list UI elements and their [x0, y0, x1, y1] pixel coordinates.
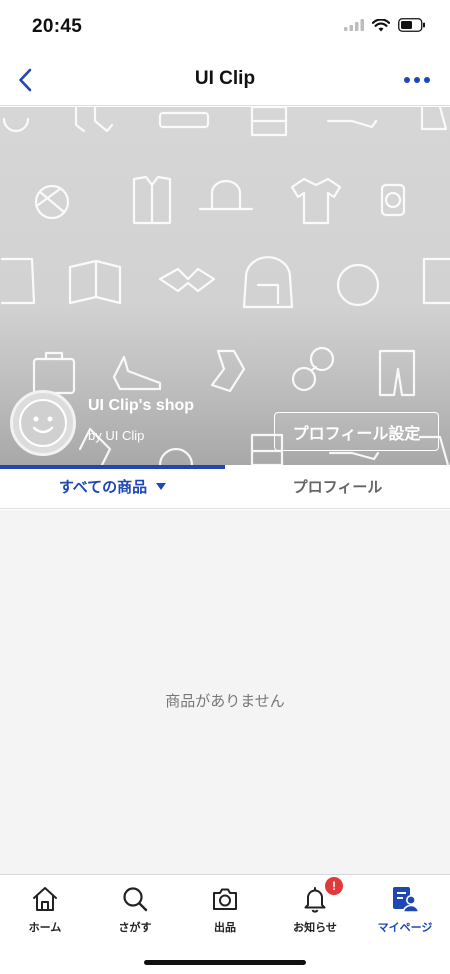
more-button[interactable] [400, 66, 434, 94]
shop-name: UI Clip's shop [88, 397, 195, 414]
smiley-face-icon [19, 399, 67, 447]
tabbar-label-notifications: お知らせ [293, 922, 337, 934]
profile-settings-button[interactable]: プロフィール設定 [274, 412, 439, 451]
home-icon [33, 887, 57, 911]
empty-message: 商品がありません [165, 693, 285, 710]
tabbar-item-notifications[interactable]: ! お知らせ [270, 877, 360, 943]
search-icon [123, 887, 148, 912]
navigation-bar: UI Clip [0, 56, 450, 106]
notification-badge: ! [325, 877, 343, 895]
shop-banner: UI Clip's shop by UI Clip プロフィール設定 [0, 107, 450, 465]
tab-profile-label: プロフィール [292, 479, 383, 496]
tabbar-item-sell[interactable]: 出品 [180, 883, 270, 943]
tabbar-label-home: ホーム [28, 922, 62, 934]
status-bar: 20:45 [0, 0, 450, 56]
signal-icon [344, 19, 364, 31]
tab-profile[interactable]: プロフィール [225, 465, 450, 508]
tab-all-items[interactable]: すべての商品 [0, 465, 225, 508]
home-indicator [144, 960, 306, 965]
tabbar-item-home[interactable]: ホーム [0, 883, 90, 943]
status-time: 20:45 [32, 16, 83, 37]
status-icons [344, 18, 426, 32]
more-icon [404, 77, 430, 83]
bottom-tab-bar: ホーム さがす 出品 ! お知らせ マイページ [0, 874, 450, 974]
shop-avatar[interactable] [10, 390, 76, 456]
tab-all-items-label: すべての商品 [58, 479, 148, 496]
mypage-icon [393, 887, 419, 913]
page-title: UI Clip [194, 68, 256, 89]
camera-icon [213, 888, 237, 910]
tabbar-label-sell: 出品 [214, 922, 236, 934]
wifi-icon [372, 18, 390, 31]
battery-icon [398, 18, 425, 32]
tabbar-item-mypage[interactable]: マイページ [360, 883, 450, 943]
tabbar-label-mypage: マイページ [377, 922, 433, 934]
shop-owner: by UI Clip [88, 428, 145, 443]
content-tabs: すべての商品 プロフィール [0, 465, 450, 509]
tabbar-item-search[interactable]: さがす [90, 883, 180, 943]
caret-down-icon [156, 483, 167, 490]
items-area: 商品がありません [0, 510, 450, 874]
tabbar-label-search: さがす [118, 922, 152, 934]
